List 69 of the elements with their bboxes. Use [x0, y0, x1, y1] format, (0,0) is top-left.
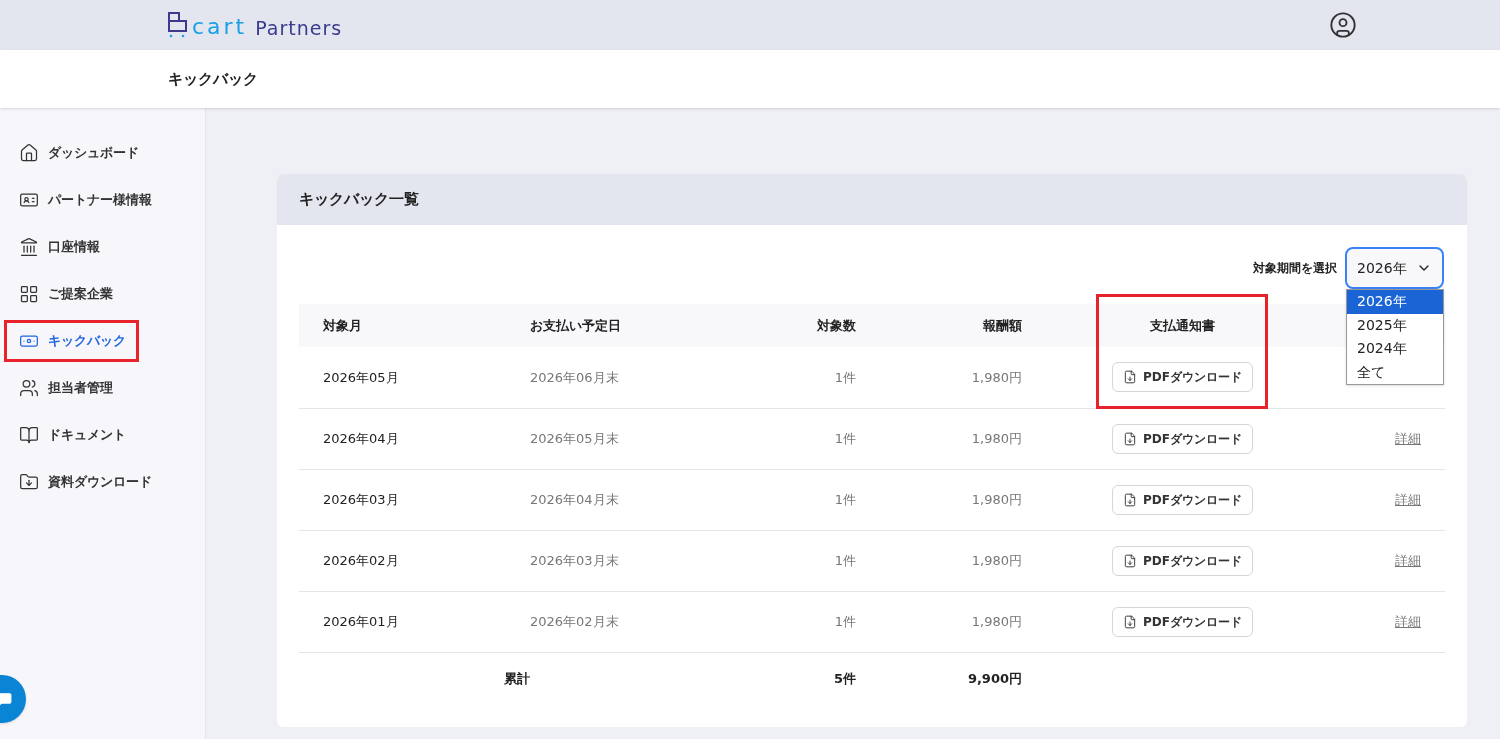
table-cell: 1,980円: [971, 430, 1022, 446]
folder-download-icon: [19, 472, 39, 492]
pdf-download-button[interactable]: PDFダウンロード: [1112, 423, 1253, 454]
column-header: 対象数: [817, 317, 856, 333]
column-header: 報酬額: [983, 317, 1022, 333]
sidebar-item[interactable]: キックバック: [7, 323, 136, 359]
file-download-icon: [1123, 370, 1137, 385]
sidebar-item[interactable]: ご提案企業: [7, 276, 123, 312]
logo-text: Partners: [255, 19, 343, 38]
table-cell: 1,980円: [971, 491, 1022, 507]
file-download-icon: [1123, 431, 1137, 446]
table-cell: 2026年02月末: [530, 613, 619, 629]
table-cell: 2026年05月末: [530, 430, 619, 446]
table-cell: 1件: [834, 613, 856, 629]
pdf-download-button[interactable]: PDFダウンロード: [1112, 362, 1253, 393]
detail-link[interactable]: 詳細: [1395, 552, 1421, 568]
account-icon[interactable]: [1329, 11, 1357, 39]
cart-logo-icon: [168, 12, 188, 38]
home-icon: [19, 143, 39, 163]
column-header: お支払い予定日: [530, 317, 621, 333]
users-icon: [19, 378, 39, 398]
dropdown-option[interactable]: 2024年: [1347, 337, 1443, 361]
detail-link[interactable]: 詳細: [1395, 613, 1421, 629]
pdf-download-button[interactable]: PDFダウンロード: [1112, 484, 1253, 515]
chat-icon: [0, 692, 12, 706]
total-amount: 9,900円: [967, 670, 1022, 686]
table-cell: 1,980円: [971, 613, 1022, 629]
file-download-icon: [1123, 614, 1137, 629]
table-cell: 2026年02月: [323, 552, 399, 568]
sidebar-item[interactable]: パートナー様情報: [7, 182, 162, 218]
file-download-icon: [1123, 492, 1137, 507]
total-count: 5件: [833, 670, 856, 686]
file-download-icon: [1123, 553, 1137, 568]
book-icon: [19, 425, 39, 445]
detail-link[interactable]: 詳細: [1395, 430, 1421, 446]
table-cell: 2026年06月末: [530, 369, 619, 385]
table-cell: 1,980円: [971, 369, 1022, 385]
table-cell: 2026年03月末: [530, 552, 619, 568]
table-cell: 1件: [834, 552, 856, 568]
table-cell: 1,980円: [971, 552, 1022, 568]
pdf-download-button[interactable]: PDFダウンロード: [1112, 545, 1253, 576]
pdf-download-button[interactable]: PDFダウンロード: [1112, 606, 1253, 637]
dropdown-option[interactable]: 全て: [1347, 360, 1443, 384]
table-cell: 2026年03月: [323, 491, 399, 507]
sidebar-item[interactable]: 担当者管理: [7, 370, 123, 406]
dropdown-option[interactable]: 2026年: [1347, 290, 1443, 314]
filter-label: 対象期間を選択: [1253, 260, 1337, 277]
page-title: キックバック: [168, 68, 258, 90]
table-cell: 2026年05月: [323, 369, 399, 385]
column-header: 支払通知書: [1150, 317, 1215, 333]
table-cell: 1件: [834, 369, 856, 385]
period-select[interactable]: 2026年: [1345, 247, 1444, 289]
table-cell: 2026年01月: [323, 613, 399, 629]
table-cell: 1件: [834, 491, 856, 507]
sidebar-item[interactable]: ダッシュボード: [7, 135, 149, 171]
sidebar-item[interactable]: 資料ダウンロード: [7, 464, 162, 500]
sidebar-item[interactable]: ドキュメント: [7, 417, 136, 453]
table-cell: 1件: [834, 430, 856, 446]
blocks-icon: [19, 284, 39, 304]
sidebar-item[interactable]: 口座情報: [7, 229, 110, 265]
table-cell: 2026年04月: [323, 430, 399, 446]
logo-mark: cart: [192, 16, 248, 38]
bank-icon: [19, 237, 39, 257]
column-header: 対象月: [323, 317, 362, 333]
dropdown-option[interactable]: 2025年: [1347, 313, 1443, 337]
detail-link[interactable]: 詳細: [1395, 491, 1421, 507]
total-label: 累計: [504, 670, 530, 686]
card-title: キックバック一覧: [299, 189, 419, 211]
table-cell: 2026年04月末: [530, 491, 619, 507]
